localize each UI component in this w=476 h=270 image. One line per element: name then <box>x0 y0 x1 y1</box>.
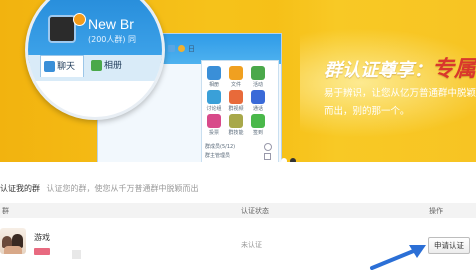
group-app-label: 讨论组 <box>206 106 222 112</box>
section-header: 认证我的群 认证您的群，使您从千万普通群中脱颖而出 <box>0 183 199 194</box>
carousel-dot[interactable] <box>281 158 287 162</box>
group-app-icon <box>207 90 221 104</box>
status-text: 未认证 <box>241 241 262 249</box>
group-avatar <box>0 228 26 254</box>
section-subtitle: 认证您的群，使您从千万普通群中脱颖而出 <box>46 184 199 193</box>
apply-verification-button[interactable]: 申请认证 <box>428 237 470 254</box>
group-app-label: 群视频 <box>228 106 244 112</box>
toolbar-text: 日 <box>188 45 195 53</box>
group-app-icon <box>229 66 243 80</box>
toolbar-icon <box>168 45 175 52</box>
group-app-label: 相册 <box>208 82 219 88</box>
col-action: 操作 <box>429 207 443 215</box>
group-app-label: 文件 <box>230 82 241 88</box>
group-app-label: 签到 <box>252 130 263 136</box>
chat-icon <box>44 61 55 72</box>
list-icon <box>264 153 271 160</box>
group-app-icon <box>229 114 243 128</box>
album-icon <box>91 60 102 71</box>
verified-badge-icon <box>73 13 86 26</box>
banner-shine <box>300 28 476 138</box>
table-header: 群 认证状态 操作 <box>0 203 476 218</box>
carousel-dots <box>281 149 299 162</box>
col-status: 认证状态 <box>241 207 269 215</box>
group-subtitle: (200人群) 同 <box>88 35 137 44</box>
group-tag-badge <box>34 248 50 255</box>
promo-description: 易于辨识，让您从亿万普通群中脱颖而出，别的那一个。 <box>324 88 476 117</box>
panel-footer: 群成员(5/12) <box>205 144 236 150</box>
promo-title: 群认证尊享：专属 <box>324 51 476 83</box>
group-app-icon <box>251 90 265 104</box>
settings-icon <box>264 143 272 151</box>
group-icon <box>72 250 81 259</box>
tab-chat: 聊天 <box>40 55 84 77</box>
group-app-icon <box>207 114 221 128</box>
group-name: New Br <box>88 16 134 32</box>
toolbar-icon <box>178 45 185 52</box>
group-name: 游戏 <box>34 233 50 242</box>
tab-album: 相册 <box>88 55 134 77</box>
tab-chat-label: 聊天 <box>57 62 76 72</box>
group-app-label: 投票 <box>208 130 219 136</box>
panel-footer-2: 群主管理员 <box>205 153 231 159</box>
group-avatar <box>48 15 76 43</box>
promo-banner[interactable]: 日 日 相册文件活动讨论组群视频通话投票群技能签到 群成员(5/12) 群主管理… <box>0 0 476 162</box>
group-app-icon <box>207 66 221 80</box>
promo-title-main: 群认证尊享： <box>324 60 432 81</box>
group-app-icon <box>229 90 243 104</box>
promo-title-highlight: 专属 <box>432 57 476 82</box>
pointer-arrow-icon <box>370 245 426 270</box>
group-app-label: 群技能 <box>228 130 244 136</box>
group-app-label: 通话 <box>252 106 263 112</box>
group-app-icon <box>251 66 265 80</box>
carousel-dot[interactable] <box>290 158 296 162</box>
group-app-icon <box>251 114 265 128</box>
group-app-label: 活动 <box>252 82 263 88</box>
tab-album-label: 相册 <box>104 61 123 71</box>
section-title: 认证我的群 <box>0 184 40 193</box>
col-group: 群 <box>2 207 9 215</box>
